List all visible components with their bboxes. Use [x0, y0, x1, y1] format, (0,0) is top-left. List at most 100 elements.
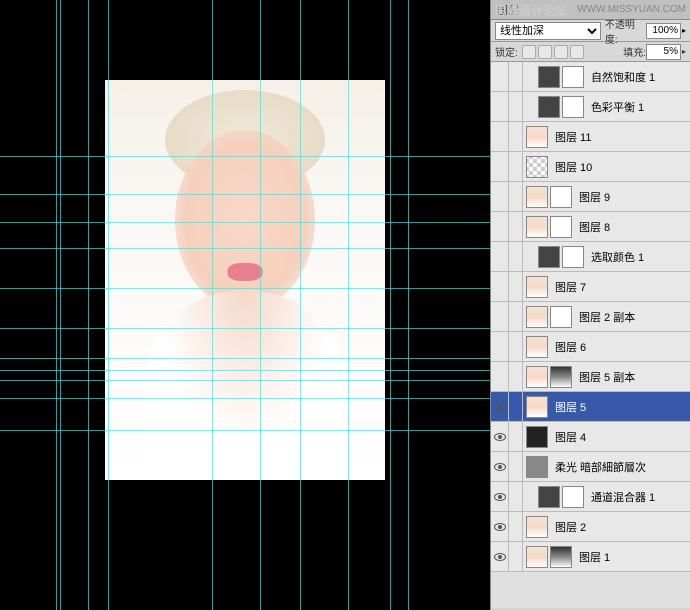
- guide-vertical[interactable]: [56, 0, 57, 610]
- visibility-toggle[interactable]: [491, 62, 509, 91]
- guide-vertical[interactable]: [212, 0, 213, 610]
- guide-horizontal[interactable]: [0, 194, 490, 195]
- layer-row[interactable]: 图层 1: [491, 542, 690, 572]
- layer-row[interactable]: 柔光 暗部細節層次: [491, 452, 690, 482]
- visibility-toggle[interactable]: [491, 242, 509, 271]
- visibility-toggle[interactable]: [491, 272, 509, 301]
- layer-row[interactable]: 图层 4: [491, 422, 690, 452]
- layer-thumbnail[interactable]: [526, 126, 548, 148]
- fill-arrow-icon[interactable]: ▸: [682, 47, 686, 56]
- layer-row[interactable]: 图层 2 副本: [491, 302, 690, 332]
- layer-thumbnail[interactable]: [526, 426, 548, 448]
- visibility-toggle[interactable]: [491, 392, 509, 421]
- layer-thumbnail[interactable]: [550, 366, 572, 388]
- opacity-arrow-icon[interactable]: ▸: [682, 26, 686, 35]
- layer-thumbnail[interactable]: [526, 216, 548, 238]
- guide-horizontal[interactable]: [0, 328, 490, 329]
- guide-vertical[interactable]: [88, 0, 89, 610]
- layer-name-label[interactable]: 图层 10: [555, 159, 592, 175]
- layer-name-label[interactable]: 图层 7: [555, 279, 586, 295]
- layer-name-label[interactable]: 图层 1: [579, 549, 610, 565]
- layer-thumbnail[interactable]: [562, 96, 584, 118]
- guide-horizontal[interactable]: [0, 358, 490, 359]
- visibility-toggle[interactable]: [491, 122, 509, 151]
- layer-row[interactable]: 图层 7: [491, 272, 690, 302]
- layer-thumbnail[interactable]: [526, 336, 548, 358]
- layer-row[interactable]: 自然饱和度 1: [491, 62, 690, 92]
- guide-vertical[interactable]: [408, 0, 409, 610]
- layer-name-label[interactable]: 图层 4: [555, 429, 586, 445]
- layer-thumbnail[interactable]: [562, 486, 584, 508]
- layer-thumbnail[interactable]: [538, 96, 560, 118]
- layer-thumbnail[interactable]: [526, 546, 548, 568]
- layer-thumbnail[interactable]: [526, 306, 548, 328]
- layer-thumbnail[interactable]: [526, 516, 548, 538]
- visibility-toggle[interactable]: [491, 422, 509, 451]
- visibility-toggle[interactable]: [491, 332, 509, 361]
- layer-row[interactable]: 通道混合器 1: [491, 482, 690, 512]
- layer-row[interactable]: 图层 11: [491, 122, 690, 152]
- guide-horizontal[interactable]: [0, 370, 490, 371]
- document-image[interactable]: [105, 80, 385, 480]
- layer-row[interactable]: 图层 6: [491, 332, 690, 362]
- visibility-toggle[interactable]: [491, 182, 509, 211]
- guide-horizontal[interactable]: [0, 380, 490, 381]
- layer-name-label[interactable]: 选取颜色 1: [591, 249, 644, 265]
- layer-row[interactable]: 图层 9: [491, 182, 690, 212]
- guide-vertical[interactable]: [348, 0, 349, 610]
- guide-horizontal[interactable]: [0, 248, 490, 249]
- lock-transparent-icon[interactable]: [522, 45, 536, 59]
- layer-thumbnail[interactable]: [550, 546, 572, 568]
- layer-row[interactable]: 选取颜色 1: [491, 242, 690, 272]
- lock-all-icon[interactable]: [570, 45, 584, 59]
- layer-thumbnail[interactable]: [550, 216, 572, 238]
- layer-thumbnail[interactable]: [526, 366, 548, 388]
- guide-vertical[interactable]: [300, 0, 301, 610]
- guide-vertical[interactable]: [108, 0, 109, 610]
- visibility-toggle[interactable]: [491, 362, 509, 391]
- layer-thumbnail[interactable]: [538, 486, 560, 508]
- layer-thumbnail[interactable]: [550, 186, 572, 208]
- layer-name-label[interactable]: 通道混合器 1: [591, 489, 655, 505]
- layer-name-label[interactable]: 图层 2: [555, 519, 586, 535]
- layer-name-label[interactable]: 图层 2 副本: [579, 309, 635, 325]
- opacity-input[interactable]: [646, 23, 681, 39]
- layer-thumbnail[interactable]: [538, 66, 560, 88]
- layer-name-label[interactable]: 柔光 暗部細節層次: [555, 459, 646, 475]
- guide-vertical[interactable]: [60, 0, 61, 610]
- layer-thumbnail[interactable]: [550, 306, 572, 328]
- blend-mode-select[interactable]: 线性加深: [495, 22, 601, 40]
- layer-row[interactable]: 图层 2: [491, 512, 690, 542]
- layer-row[interactable]: 图层 8: [491, 212, 690, 242]
- canvas-area[interactable]: [0, 0, 490, 610]
- visibility-toggle[interactable]: [491, 452, 509, 481]
- guide-vertical[interactable]: [390, 0, 391, 610]
- layer-row[interactable]: 图层 5: [491, 392, 690, 422]
- visibility-toggle[interactable]: [491, 542, 509, 571]
- layer-thumbnail[interactable]: [526, 186, 548, 208]
- layer-name-label[interactable]: 自然饱和度 1: [591, 69, 655, 85]
- guide-horizontal[interactable]: [0, 156, 490, 157]
- visibility-toggle[interactable]: [491, 212, 509, 241]
- lock-pixels-icon[interactable]: [538, 45, 552, 59]
- layer-thumbnail[interactable]: [526, 276, 548, 298]
- layer-row[interactable]: 色彩平衡 1: [491, 92, 690, 122]
- layer-name-label[interactable]: 图层 6: [555, 339, 586, 355]
- guide-horizontal[interactable]: [0, 288, 490, 289]
- layer-thumbnail[interactable]: [538, 246, 560, 268]
- visibility-toggle[interactable]: [491, 152, 509, 181]
- layer-thumbnail[interactable]: [526, 156, 548, 178]
- visibility-toggle[interactable]: [491, 92, 509, 121]
- fill-input[interactable]: [646, 44, 681, 60]
- layer-name-label[interactable]: 图层 8: [579, 219, 610, 235]
- layers-list[interactable]: 自然饱和度 1 色彩平衡 1图层 11 图层 10 图层 9 图层 8 选取颜色 1 图层 …: [491, 62, 690, 608]
- guide-horizontal[interactable]: [0, 398, 490, 399]
- layer-name-label[interactable]: 图层 11: [555, 129, 591, 145]
- layer-thumbnail[interactable]: [526, 396, 548, 418]
- visibility-toggle[interactable]: [491, 482, 509, 511]
- lock-position-icon[interactable]: [554, 45, 568, 59]
- layer-row[interactable]: 图层 10: [491, 152, 690, 182]
- layer-name-label[interactable]: 图层 5 副本: [579, 369, 635, 385]
- layer-name-label[interactable]: 色彩平衡 1: [591, 99, 644, 115]
- visibility-toggle[interactable]: [491, 302, 509, 331]
